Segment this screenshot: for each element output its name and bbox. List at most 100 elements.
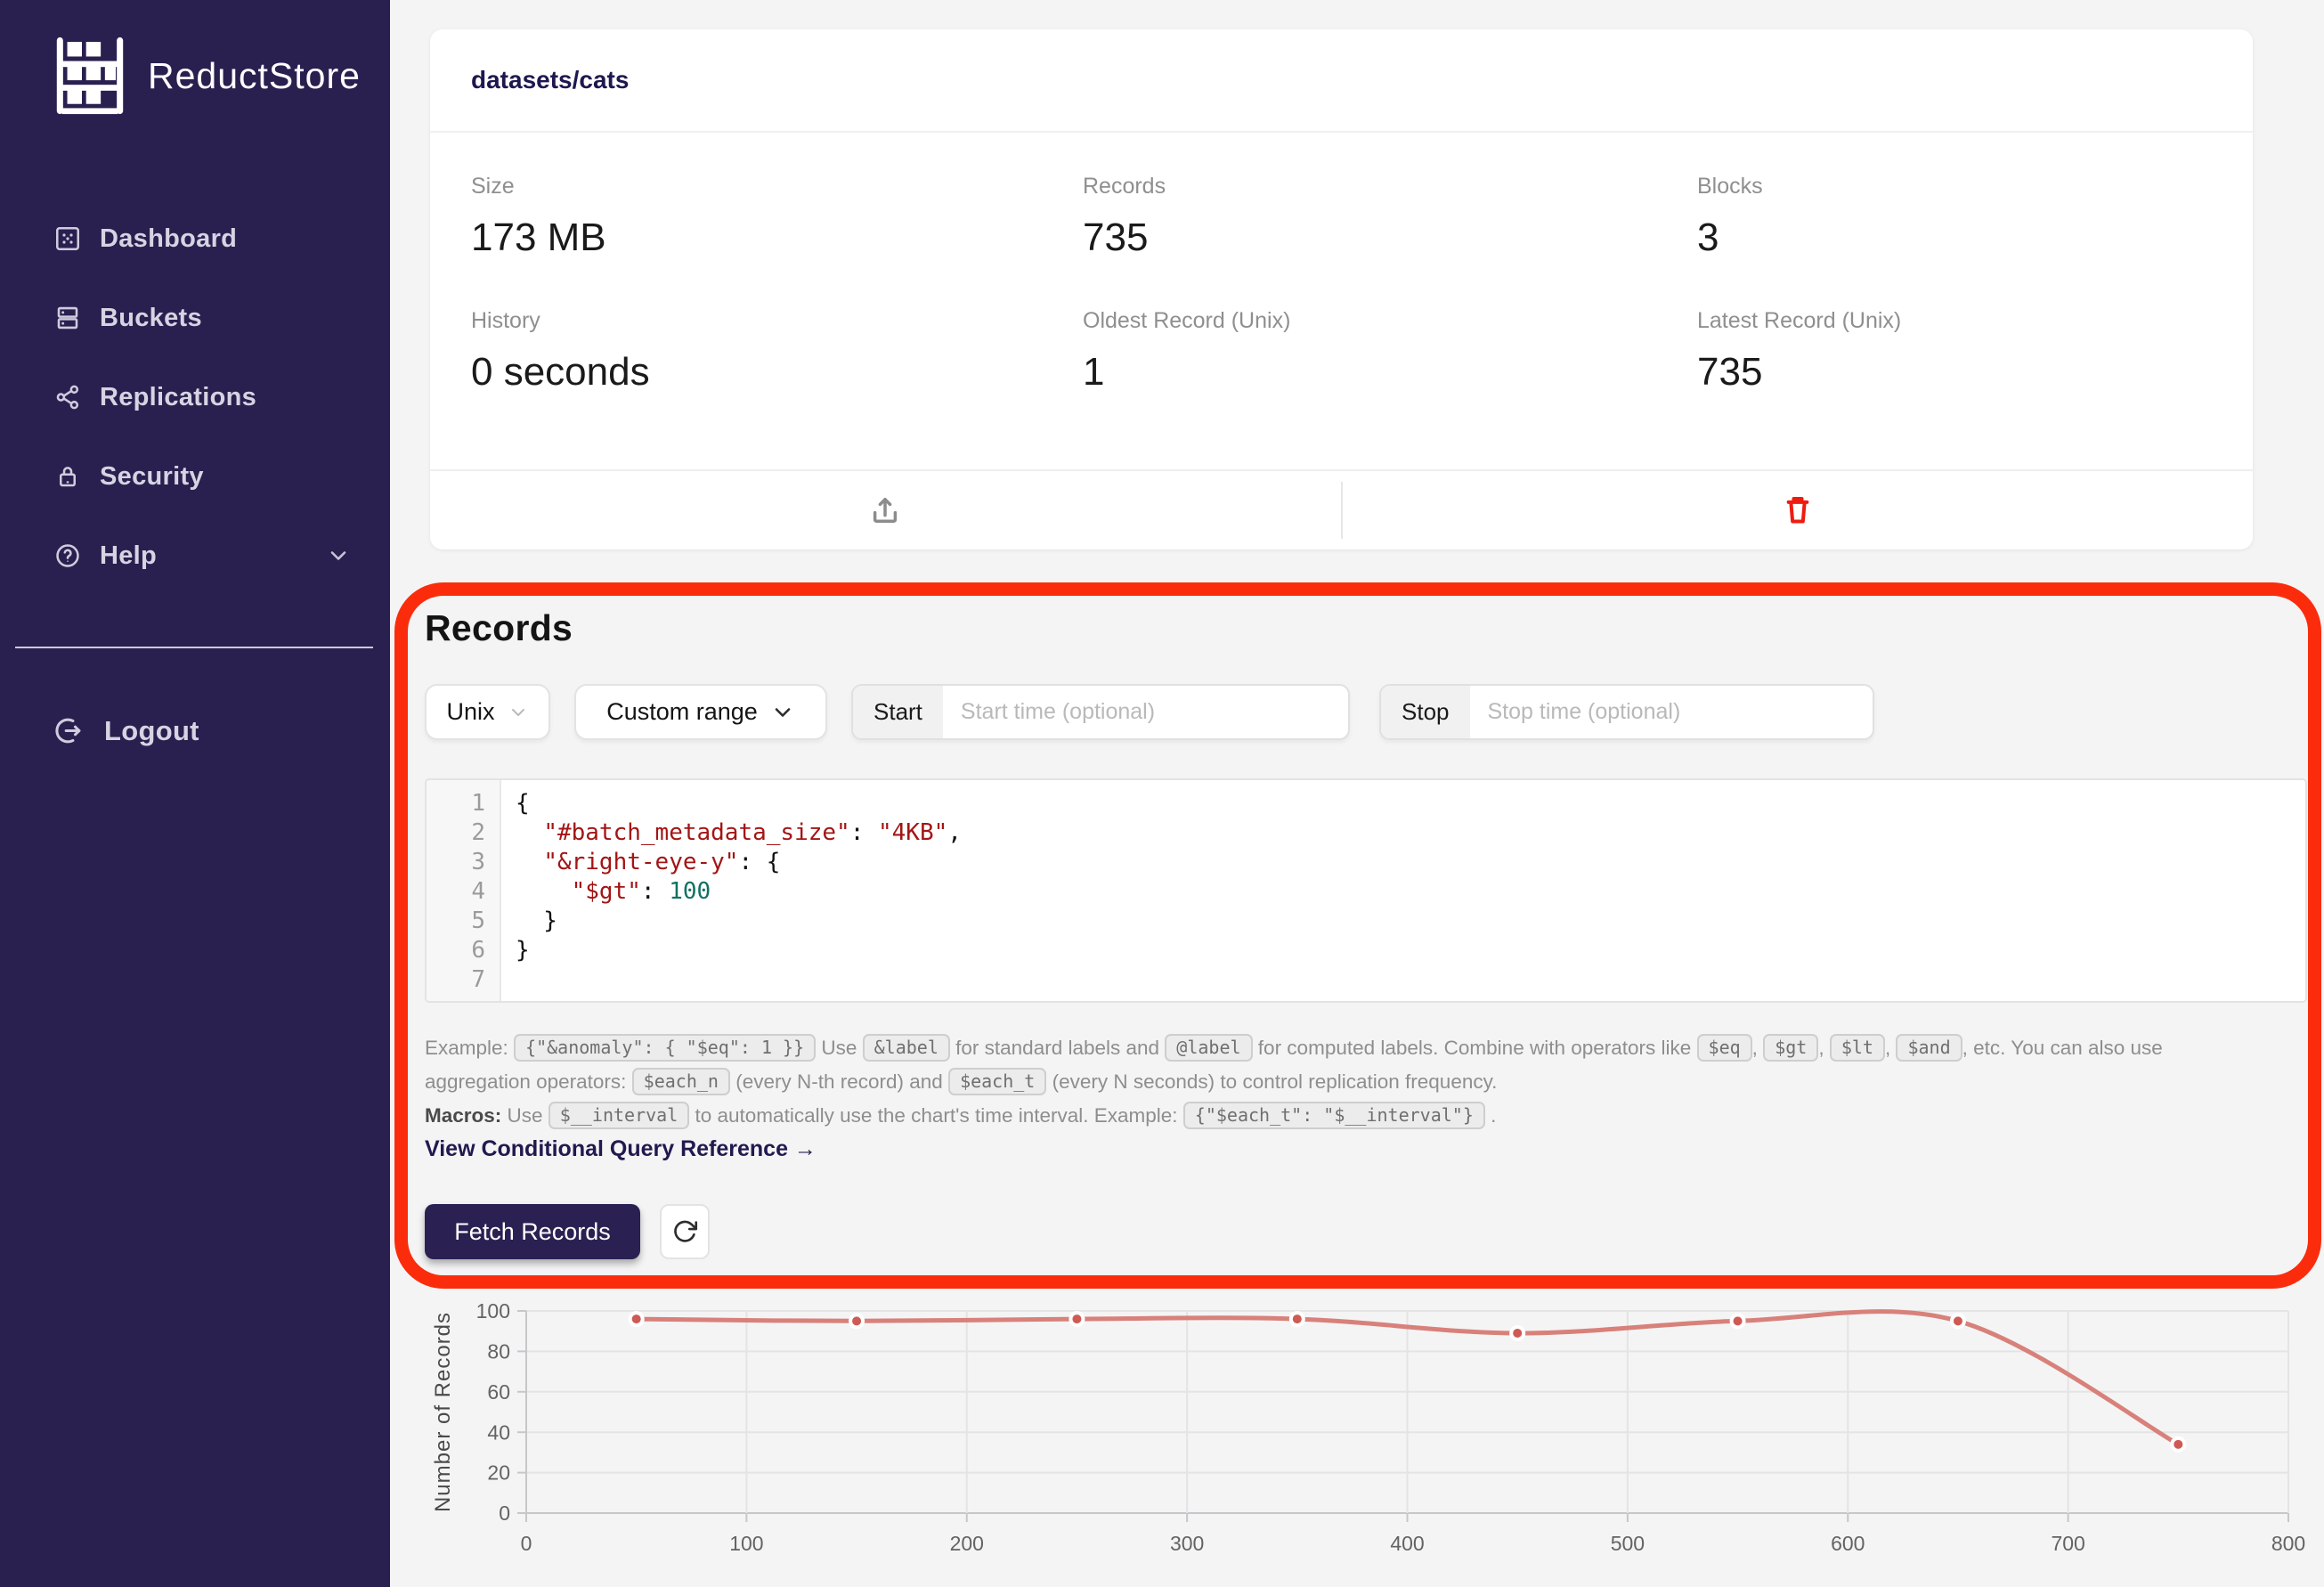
- stat-latest-record: Latest Record (Unix)735: [1697, 308, 2231, 395]
- chart-point[interactable]: [1732, 1314, 1744, 1327]
- code-chip: $__interval: [548, 1102, 689, 1129]
- sidebar-item-label: Buckets: [100, 304, 202, 333]
- bucket-title: datasets/cats: [471, 66, 629, 94]
- trash-icon: [1780, 492, 1816, 528]
- sidebar-item-label: Replications: [100, 383, 256, 412]
- stat-label: History: [471, 308, 1083, 334]
- security-icon: [53, 462, 82, 491]
- logout-label: Logout: [104, 715, 199, 747]
- help-icon: [53, 541, 82, 570]
- help-line: aggregation operators: $each_n (every N-…: [425, 1065, 2317, 1099]
- stat-value: 1: [1083, 350, 1697, 395]
- editor-line: }: [516, 936, 2305, 965]
- code-chip: $and: [1896, 1034, 1962, 1062]
- stop-label: Stop: [1381, 686, 1470, 738]
- code-chip: {"$each_t": "$__interval"}: [1183, 1102, 1485, 1129]
- start-label: Start: [853, 686, 943, 738]
- stat-value: 735: [1697, 350, 2231, 395]
- x-tick-label: 200: [950, 1532, 984, 1555]
- stat-label: Blocks: [1697, 174, 2231, 199]
- x-tick-label: 400: [1390, 1532, 1424, 1555]
- help-line: Example: {"&anomaly": { "$eq": 1 }} Use …: [425, 1031, 2317, 1065]
- query-help-text: Example: {"&anomaly": { "$eq": 1 }} Use …: [425, 1031, 2317, 1133]
- editor-line: [516, 965, 2305, 995]
- start-time-input[interactable]: [943, 686, 1348, 738]
- sidebar-item-label: Security: [100, 462, 204, 492]
- logout-icon: [52, 714, 85, 747]
- stop-time-group: Stop: [1379, 684, 1874, 740]
- x-tick-label: 600: [1831, 1532, 1865, 1555]
- chart-point[interactable]: [850, 1314, 863, 1327]
- x-tick-label: 300: [1170, 1532, 1204, 1555]
- stat-label: Oldest Record (Unix): [1083, 308, 1697, 334]
- bucket-stats: Size173 MBRecords735Blocks3History0 seco…: [471, 174, 2231, 395]
- editor-line: "&right-eye-y": {: [516, 848, 2305, 877]
- sidebar-item-help[interactable]: Help: [0, 531, 390, 581]
- chart-point[interactable]: [1952, 1314, 1964, 1327]
- code-chip: &label: [863, 1034, 950, 1062]
- buckets-icon: [53, 304, 82, 332]
- range-select-value: Custom range: [606, 698, 758, 726]
- chevron-down-icon: [508, 702, 529, 723]
- bucket-card-footer: [430, 469, 2253, 549]
- stat-size: Size173 MB: [471, 174, 1083, 260]
- timezone-select[interactable]: Unix: [425, 684, 550, 740]
- editor-line: {: [516, 789, 2305, 818]
- start-time-group: Start: [851, 684, 1350, 740]
- x-tick-label: 100: [729, 1532, 763, 1555]
- dashboard-icon: [53, 224, 82, 253]
- bucket-card: datasets/cats Size173 MBRecords735Blocks…: [430, 29, 2253, 549]
- y-tick-label: 60: [487, 1380, 510, 1404]
- code-chip: $each_t: [948, 1068, 1046, 1095]
- x-tick-label: 700: [2051, 1532, 2084, 1555]
- delete-bucket-button[interactable]: [1775, 487, 1821, 533]
- x-tick-label: 0: [521, 1532, 532, 1555]
- stat-records: Records735: [1083, 174, 1697, 260]
- timezone-select-value: Unix: [446, 698, 494, 726]
- sidebar-item-label: Help: [100, 541, 157, 571]
- chevron-down-icon: [770, 700, 795, 725]
- fetch-records-button[interactable]: Fetch Records: [425, 1204, 640, 1259]
- sidebar: ReductStore Dashboard Buckets Replications…: [0, 0, 390, 1587]
- y-tick-label: 20: [487, 1461, 510, 1485]
- brand[interactable]: ReductStore: [48, 34, 361, 118]
- sidebar-item-replications[interactable]: Replications: [0, 372, 390, 422]
- sidebar-nav: Dashboard Buckets Replications Security Help: [0, 214, 390, 581]
- chart-point[interactable]: [1070, 1313, 1083, 1325]
- y-tick-label: 40: [487, 1420, 510, 1444]
- sidebar-item-logout[interactable]: Logout: [52, 714, 199, 747]
- records-heading: Records: [425, 607, 573, 649]
- editor-line: }: [516, 907, 2305, 936]
- chart-point[interactable]: [2172, 1438, 2184, 1451]
- code-chip: $eq: [1697, 1034, 1752, 1062]
- upload-icon: [866, 492, 904, 529]
- code-chip: {"&anomaly": { "$eq": 1 }}: [514, 1034, 816, 1062]
- stat-history: History 0 seconds: [471, 308, 1083, 395]
- chart-point[interactable]: [1291, 1313, 1304, 1325]
- sidebar-item-buckets[interactable]: Buckets: [0, 293, 390, 343]
- stat-oldest-record: Oldest Record (Unix) 1: [1083, 308, 1697, 395]
- brand-name: ReductStore: [148, 55, 361, 97]
- editor-code[interactable]: { "#batch_metadata_size": "4KB", "&right…: [501, 780, 2305, 1001]
- code-chip: @label: [1165, 1034, 1252, 1062]
- chevron-down-icon: [326, 543, 351, 568]
- stat-label: Records: [1083, 174, 1697, 199]
- range-select[interactable]: Custom range: [574, 684, 827, 740]
- conditional-query-reference-link[interactable]: View Conditional Query Reference →: [425, 1136, 817, 1162]
- stat-blocks: Blocks3: [1697, 174, 2231, 260]
- stop-time-input[interactable]: [1470, 686, 1873, 738]
- sidebar-item-label: Dashboard: [100, 224, 237, 254]
- sidebar-item-dashboard[interactable]: Dashboard: [0, 214, 390, 264]
- code-chip: $lt: [1830, 1034, 1885, 1062]
- sidebar-item-security[interactable]: Security: [0, 452, 390, 501]
- query-editor[interactable]: 1234567 { "#batch_metadata_size": "4KB",…: [425, 778, 2307, 1003]
- y-axis-title: Number of Records: [431, 1312, 455, 1512]
- upload-button[interactable]: [861, 486, 909, 534]
- help-line: Macros: Use $__interval to automatically…: [425, 1099, 2317, 1133]
- y-tick-label: 80: [487, 1339, 510, 1363]
- chart-point[interactable]: [630, 1313, 643, 1325]
- chart-point[interactable]: [1511, 1327, 1524, 1339]
- editor-line: "#batch_metadata_size": "4KB",: [516, 818, 2305, 848]
- refresh-button[interactable]: [660, 1204, 710, 1259]
- stat-value: 0 seconds: [471, 350, 1083, 395]
